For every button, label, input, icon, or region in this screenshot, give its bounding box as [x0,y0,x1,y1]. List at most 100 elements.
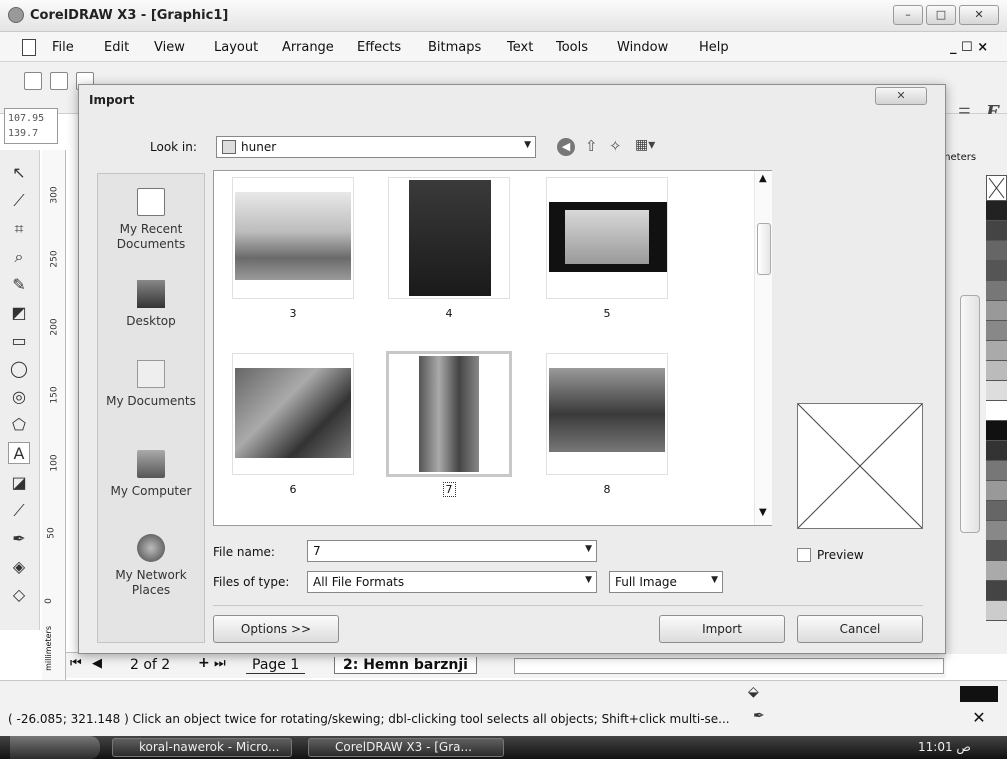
new-icon[interactable] [24,72,42,90]
menu-file[interactable]: File [52,40,74,55]
x-coordinate[interactable]: 107.95 [8,111,54,126]
menu-help[interactable]: Help [699,40,729,55]
file-list-scroll-thumb[interactable] [757,223,771,275]
file-thumbnail[interactable] [388,177,510,299]
color-swatch[interactable] [986,461,1007,481]
color-swatch[interactable] [986,581,1007,601]
view-menu-icon[interactable]: ▦▾ [635,137,655,153]
color-swatch[interactable] [986,541,1007,561]
file-name[interactable]: 5 [546,307,668,320]
place-my-computer[interactable]: My Computer [98,450,204,499]
color-swatch[interactable] [986,601,1007,621]
dialog-close-button[interactable]: ✕ [875,87,927,105]
color-palette[interactable] [986,175,1007,645]
freehand-tool-icon[interactable]: ✎ [8,274,30,296]
menu-tools[interactable]: Tools [556,40,588,55]
image-mode-dropdown[interactable]: Full Image ▼ [609,571,723,593]
shape-tool-icon[interactable]: ⟋ [8,190,30,212]
look-in-dropdown[interactable]: huner ▼ [216,136,536,158]
file-thumbnail[interactable] [232,177,354,299]
color-swatch[interactable] [986,241,1007,261]
place-desktop[interactable]: Desktop [98,280,204,329]
color-swatch[interactable] [986,361,1007,381]
color-swatch[interactable] [986,421,1007,441]
file-name[interactable]: 4 [388,307,510,320]
outline-tool-icon[interactable]: ✒ [8,528,30,550]
eyedropper-tool-icon[interactable]: ⟋ [8,500,30,522]
place-network[interactable]: My Network Places [98,534,204,598]
back-icon[interactable]: ◀ [557,138,575,156]
spiral-tool-icon[interactable]: ◎ [8,386,30,408]
start-button[interactable] [10,736,100,759]
color-swatch[interactable] [986,561,1007,581]
color-swatch[interactable] [986,261,1007,281]
rectangle-tool-icon[interactable]: ▭ [8,330,30,352]
file-thumbnail[interactable] [546,177,668,299]
place-my-documents[interactable]: My Documents [98,360,204,409]
fill-tool-icon[interactable]: ◈ [8,556,30,578]
next-page-button[interactable]: ⏭ [214,656,226,671]
scroll-down-icon[interactable]: ▼ [759,507,767,518]
file-name-input[interactable]: 7 ▼ [307,540,597,562]
options-button[interactable]: Options >> [213,615,339,643]
preview-checkbox[interactable] [797,548,811,562]
file-name[interactable]: 3 [232,307,354,320]
smart-fill-icon[interactable]: ◩ [8,302,30,324]
file-type-dropdown[interactable]: All File Formats ▼ [307,571,597,593]
page-tab-1[interactable]: Page 1 [246,657,306,674]
interactive-fill-icon[interactable]: ◇ [8,584,30,606]
import-button[interactable]: Import [659,615,785,643]
up-folder-icon[interactable]: ⇧ [585,137,598,155]
file-thumbnail-selected[interactable] [386,351,512,477]
file-name[interactable]: 8 [546,483,668,496]
file-thumbnail[interactable] [546,353,668,475]
first-page-button[interactable]: ⏮ [70,656,82,671]
cancel-button[interactable]: Cancel [797,615,923,643]
basic-shapes-icon[interactable]: ⬠ [8,414,30,436]
ellipse-tool-icon[interactable]: ◯ [8,358,30,380]
color-swatch[interactable] [986,381,1007,401]
horizontal-scrollbar[interactable] [514,658,944,674]
y-coordinate[interactable]: 139.7 [8,126,54,141]
document-window-controls[interactable]: _ ☐ × [950,40,988,55]
color-swatch[interactable] [986,501,1007,521]
taskbar-item-coreldraw[interactable]: CorelDRAW X3 - [Gra... [308,738,504,757]
place-recent-documents[interactable]: My Recent Documents [98,188,204,252]
no-color-swatch[interactable] [986,175,1007,201]
maximize-button[interactable]: □ [926,5,956,25]
menu-window[interactable]: Window [617,40,668,55]
menu-view[interactable]: View [154,40,185,55]
menu-arrange[interactable]: Arrange [282,40,334,55]
color-swatch[interactable] [986,481,1007,501]
color-swatch[interactable] [986,401,1007,421]
new-folder-icon[interactable]: ✧ [609,137,622,155]
zoom-tool-icon[interactable]: ⌕ [8,246,30,268]
scroll-up-icon[interactable]: ▲ [759,173,767,184]
object-position[interactable]: 107.95 139.7 [4,108,58,144]
add-page-button[interactable]: + [198,655,210,671]
menu-text[interactable]: Text [507,40,533,55]
menu-bitmaps[interactable]: Bitmaps [428,40,481,55]
color-swatch[interactable] [986,341,1007,361]
taskbar-item-word[interactable]: koral-nawerok - Micro... [112,738,292,757]
pick-tool-icon[interactable]: ↖ [8,162,30,184]
color-swatch[interactable] [986,221,1007,241]
color-swatch[interactable] [986,321,1007,341]
file-thumbnail[interactable] [232,353,354,475]
crop-tool-icon[interactable]: ⌗ [8,218,30,240]
minimize-button[interactable]: – [893,5,923,25]
file-name[interactable]: 6 [232,483,354,496]
close-button[interactable]: ✕ [959,5,999,25]
color-swatch[interactable] [986,281,1007,301]
color-swatch[interactable] [986,301,1007,321]
menu-edit[interactable]: Edit [104,40,129,55]
interactive-tool-icon[interactable]: ◪ [8,472,30,494]
menu-layout[interactable]: Layout [214,40,258,55]
vertical-scrollbar-thumb[interactable] [960,295,980,533]
prev-page-button[interactable]: ◀ [92,656,102,671]
open-icon[interactable] [50,72,68,90]
file-name-selected[interactable]: 7 [388,482,510,497]
color-swatch[interactable] [986,201,1007,221]
file-list[interactable]: 3 4 5 6 7 8 ▲ ▼ [213,170,772,526]
page-tab-2[interactable]: 2: Hemn barznji [334,657,477,674]
